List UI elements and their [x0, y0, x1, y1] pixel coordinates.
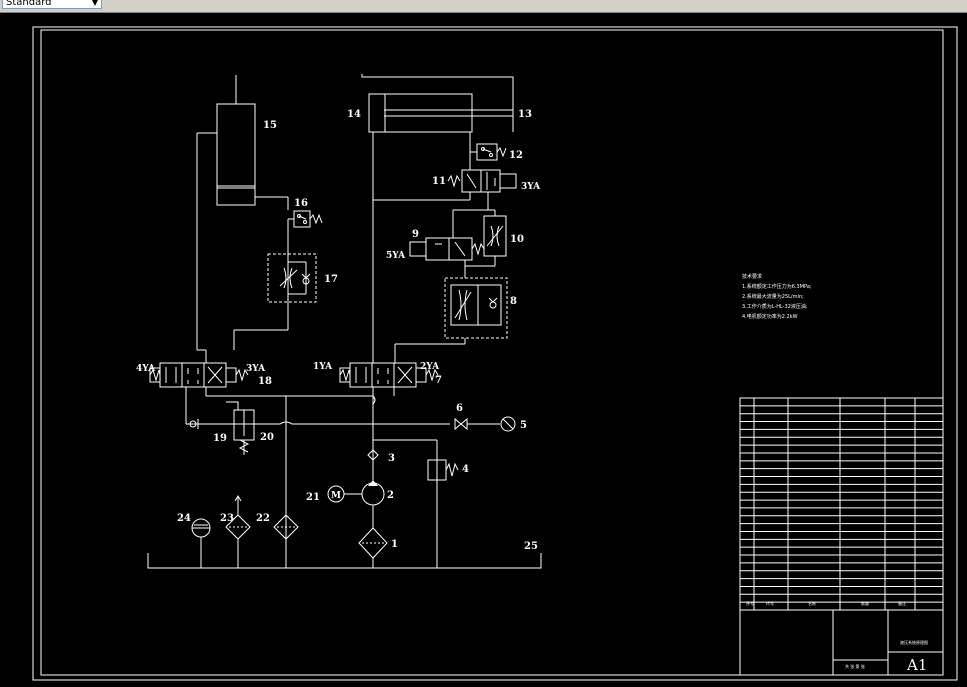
svg-text:4.电机额定功率为2.2kW: 4.电机额定功率为2.2kW	[742, 313, 798, 320]
drawing-title: 液压系统原理图	[900, 639, 928, 645]
parts-list-table	[739, 397, 944, 611]
label-21: 21	[306, 492, 320, 503]
sheet-size: A1	[906, 656, 927, 674]
label-5ya: 5YA	[386, 251, 406, 261]
label-14: 14	[347, 109, 361, 120]
label-3ya: 3YA	[246, 364, 266, 374]
relief-valve-20	[226, 401, 255, 453]
svg-text:技术要求: 技术要求	[742, 273, 762, 280]
directional-valve-11	[447, 169, 517, 193]
cylinder-14	[361, 74, 514, 133]
hydraulic-schematic: M 1 2 3 4 5 6 7 8 9 10 11 12 13 14 15 16…	[32, 26, 958, 681]
label-8: 8	[510, 296, 517, 307]
label-10: 10	[510, 234, 524, 245]
relief-valve-4	[427, 459, 459, 481]
title-block: 液压系统原理图 A1 共 张 第 张 序号 代号 名称 数量 备注	[739, 600, 944, 676]
label-18: 18	[258, 376, 272, 387]
label-17: 17	[324, 274, 338, 285]
label-6: 6	[456, 403, 463, 414]
label-7: 7	[435, 375, 442, 386]
label-22: 22	[256, 513, 270, 524]
drawing-canvas[interactable]: M 1 2 3 4 5 6 7 8 9 10 11 12 13 14 15 16…	[0, 13, 967, 687]
text-style-dropdown[interactable]: Standard ▼	[2, 0, 102, 9]
pressure-switch-16	[288, 210, 323, 228]
label-3: 3	[388, 453, 395, 464]
header-code: 代号	[766, 600, 774, 606]
header-name: 名称	[808, 600, 816, 606]
motor-21: M	[327, 485, 345, 503]
level-gauge-24	[191, 518, 211, 538]
throttle-valve-10	[483, 215, 507, 257]
label-15: 15	[263, 120, 277, 131]
label-12: 12	[509, 150, 523, 161]
header-no: 序号	[746, 600, 754, 606]
label-2: 2	[387, 490, 394, 501]
svg-text:2.系统最大流量为25L/min;: 2.系统最大流量为25L/min;	[742, 293, 804, 300]
svg-text:1.系统额定工作压力为6.3MPa;: 1.系统额定工作压力为6.3MPa;	[742, 283, 812, 290]
label-20: 20	[260, 432, 274, 443]
outer-frame	[32, 26, 958, 681]
label-16: 16	[294, 198, 308, 209]
label-1ya: 1YA	[313, 362, 333, 372]
directional-valve-9	[409, 237, 485, 261]
directional-valve-18	[149, 362, 249, 388]
chevron-down-icon[interactable]: ▼	[90, 0, 100, 8]
cylinder-15	[216, 75, 256, 206]
label-2ya: 2YA	[420, 362, 440, 372]
label-11: 11	[432, 176, 446, 187]
sheet-count: 共 张 第 张	[845, 663, 865, 669]
throttle-valve-17	[267, 253, 317, 303]
label-25: 25	[524, 541, 538, 552]
label-13: 13	[518, 109, 532, 120]
oil-tank	[147, 553, 542, 569]
label-4ya: 4YA	[136, 364, 156, 374]
technical-notes: 技术要求 1.系统额定工作压力为6.3MPa; 2.系统最大流量为25L/min…	[742, 273, 812, 320]
pressure-gauge-5	[500, 416, 516, 432]
label-9: 9	[412, 229, 419, 240]
label-1: 1	[391, 539, 398, 550]
pump-2	[361, 480, 385, 506]
flow-control-valve-8	[444, 277, 508, 339]
filter-1	[358, 527, 388, 559]
shutoff-valve-6	[454, 417, 468, 431]
text-style-value: Standard	[6, 0, 52, 8]
label-19: 19	[213, 433, 227, 444]
pressure-switch-12	[470, 143, 507, 161]
label-4: 4	[462, 464, 469, 475]
header-note: 备注	[898, 600, 906, 606]
header-qty: 数量	[861, 600, 869, 606]
label-24: 24	[177, 513, 191, 524]
label-23: 23	[220, 513, 234, 524]
svg-text:3.工作介质为L-HL-32液压油;: 3.工作介质为L-HL-32液压油;	[742, 303, 808, 310]
label-3ya-b: 3YA	[521, 182, 541, 192]
svg-text:M: M	[331, 491, 341, 501]
label-5: 5	[520, 420, 527, 431]
toolbar: Standard ▼	[0, 0, 967, 13]
